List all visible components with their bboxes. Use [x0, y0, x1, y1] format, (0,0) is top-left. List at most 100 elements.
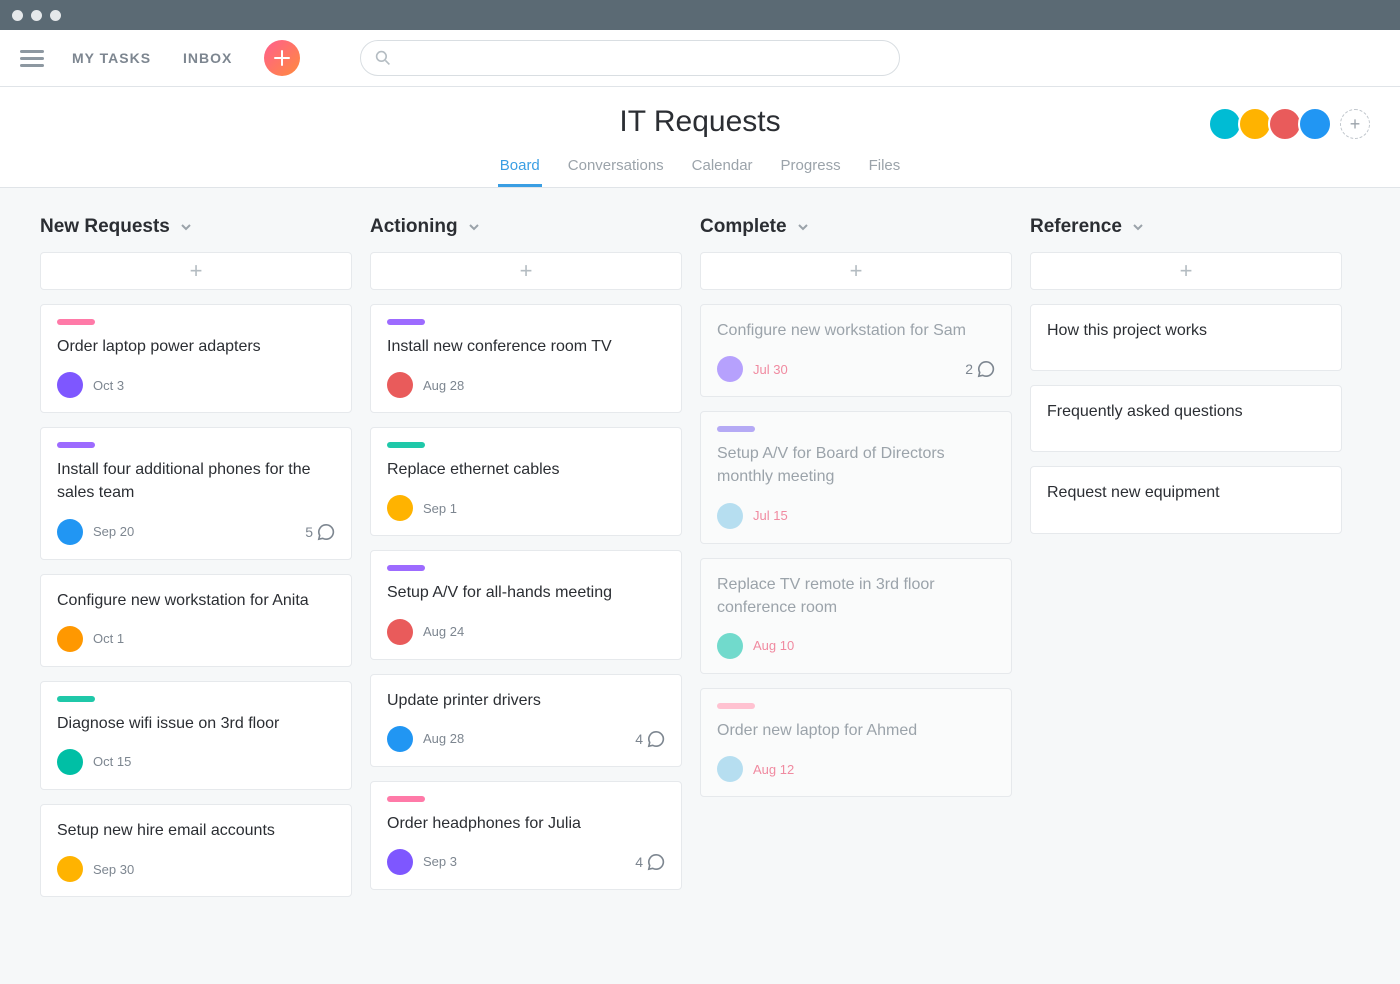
member-avatar[interactable] [1298, 107, 1332, 141]
nav-my-tasks[interactable]: MY TASKS [72, 50, 151, 66]
member-avatar[interactable] [1268, 107, 1302, 141]
card-title: Install new conference room TV [387, 335, 665, 358]
assignee-avatar[interactable] [717, 633, 743, 659]
assignee-avatar[interactable] [387, 372, 413, 398]
add-member-button[interactable]: + [1340, 109, 1370, 139]
maximize-icon[interactable] [50, 10, 61, 21]
task-card[interactable]: Order headphones for JuliaSep 34 [370, 781, 682, 890]
task-card[interactable]: Update printer driversAug 284 [370, 674, 682, 767]
assignee-avatar[interactable] [57, 749, 83, 775]
add-card-button[interactable]: + [370, 252, 682, 290]
task-card[interactable]: Configure new workstation for Sam Jul 302 [700, 304, 1012, 397]
nav-inbox[interactable]: INBOX [183, 50, 232, 66]
tab-conversations[interactable]: Conversations [566, 157, 666, 187]
assignee-avatar[interactable] [387, 619, 413, 645]
close-icon[interactable] [12, 10, 23, 21]
card-footer: Sep 30 [57, 856, 335, 882]
assignee-avatar[interactable] [717, 356, 743, 382]
task-card[interactable]: Diagnose wifi issue on 3rd floor Oct 15 [40, 681, 352, 790]
card-footer: Sep 205 [57, 519, 335, 545]
add-card-button[interactable]: + [1030, 252, 1342, 290]
card-title: Diagnose wifi issue on 3rd floor [57, 712, 335, 735]
card-date: Aug 24 [423, 624, 464, 639]
task-card[interactable]: Replace ethernet cables Sep 1 [370, 427, 682, 536]
assignee-avatar[interactable] [57, 856, 83, 882]
tab-progress[interactable]: Progress [779, 157, 843, 187]
card-tag [387, 319, 425, 325]
task-card[interactable]: Setup A/V for Board of Directors monthly… [700, 411, 1012, 543]
comment-icon [317, 523, 335, 541]
card-date: Sep 3 [423, 854, 457, 869]
plus-icon [274, 50, 290, 66]
member-avatar[interactable] [1208, 107, 1242, 141]
minimize-icon[interactable] [31, 10, 42, 21]
card-title: Replace ethernet cables [387, 458, 665, 481]
task-card[interactable]: Request new equipment [1030, 466, 1342, 533]
task-card[interactable]: Replace TV remote in 3rd floor conferenc… [700, 558, 1012, 674]
chevron-down-icon [468, 221, 480, 233]
assignee-avatar[interactable] [57, 372, 83, 398]
comment-icon [977, 360, 995, 378]
card-tag [387, 796, 425, 802]
assignee-avatar[interactable] [387, 849, 413, 875]
card-comments[interactable]: 4 [635, 730, 665, 748]
task-card[interactable]: Order new laptop for AhmedAug 12 [700, 688, 1012, 797]
member-avatar[interactable] [1238, 107, 1272, 141]
card-tag [387, 442, 425, 448]
add-card-button[interactable]: + [700, 252, 1012, 290]
card-footer: Jul 15 [717, 503, 995, 529]
task-card[interactable]: Install new conference room TVAug 28 [370, 304, 682, 413]
column-header[interactable]: Complete [700, 216, 1012, 238]
card-tag [57, 319, 95, 325]
card-comments[interactable]: 2 [965, 360, 995, 378]
tab-calendar[interactable]: Calendar [690, 157, 755, 187]
column-header[interactable]: Actioning [370, 216, 682, 238]
assignee-avatar[interactable] [57, 519, 83, 545]
card-comments[interactable]: 5 [305, 523, 335, 541]
chevron-down-icon [797, 221, 809, 233]
task-card[interactable]: How this project works [1030, 304, 1342, 371]
task-card[interactable]: Setup new hire email accountsSep 30 [40, 804, 352, 897]
card-date: Sep 30 [93, 862, 134, 877]
card-date: Oct 15 [93, 754, 131, 769]
column-header[interactable]: New Requests [40, 216, 352, 238]
comment-icon [647, 730, 665, 748]
task-card[interactable]: Setup A/V for all-hands meetingAug 24 [370, 550, 682, 659]
card-title: Configure new workstation for Anita [57, 589, 335, 612]
tab-board[interactable]: Board [498, 157, 542, 187]
top-nav: MY TASKS INBOX [0, 30, 1400, 87]
comment-icon [647, 853, 665, 871]
task-card[interactable]: Frequently asked questions [1030, 385, 1342, 452]
add-button[interactable] [264, 40, 300, 76]
add-card-button[interactable]: + [40, 252, 352, 290]
assignee-avatar[interactable] [717, 503, 743, 529]
hamburger-icon[interactable] [20, 46, 44, 71]
card-tag [717, 703, 755, 709]
chevron-down-icon [1132, 221, 1144, 233]
card-title: Order new laptop for Ahmed [717, 719, 995, 742]
card-date: Oct 1 [93, 631, 124, 646]
card-footer: Jul 302 [717, 356, 995, 382]
tab-files[interactable]: Files [867, 157, 903, 187]
column: Actioning + Install new conference room TV… [370, 216, 682, 911]
card-tag [57, 442, 95, 448]
search-input[interactable] [360, 40, 900, 76]
task-card[interactable]: Order laptop power adaptersOct 3 [40, 304, 352, 413]
kanban-board: New Requests + Order laptop power adapters… [0, 188, 1400, 939]
card-footer: Sep 1 [387, 495, 665, 521]
column-header[interactable]: Reference [1030, 216, 1342, 238]
card-comments[interactable]: 4 [635, 853, 665, 871]
column-title: Reference [1030, 216, 1122, 238]
assignee-avatar[interactable] [717, 756, 743, 782]
task-card[interactable]: Configure new workstation for Anita Oct 1 [40, 574, 352, 667]
page-title: IT Requests [619, 105, 780, 139]
assignee-avatar[interactable] [387, 726, 413, 752]
column-title: New Requests [40, 216, 170, 238]
card-date: Aug 10 [753, 638, 794, 653]
task-card[interactable]: Install four additional phones for the s… [40, 427, 352, 559]
card-footer: Aug 284 [387, 726, 665, 752]
card-footer: Aug 10 [717, 633, 995, 659]
card-title: Configure new workstation for Sam [717, 319, 995, 342]
assignee-avatar[interactable] [57, 626, 83, 652]
assignee-avatar[interactable] [387, 495, 413, 521]
